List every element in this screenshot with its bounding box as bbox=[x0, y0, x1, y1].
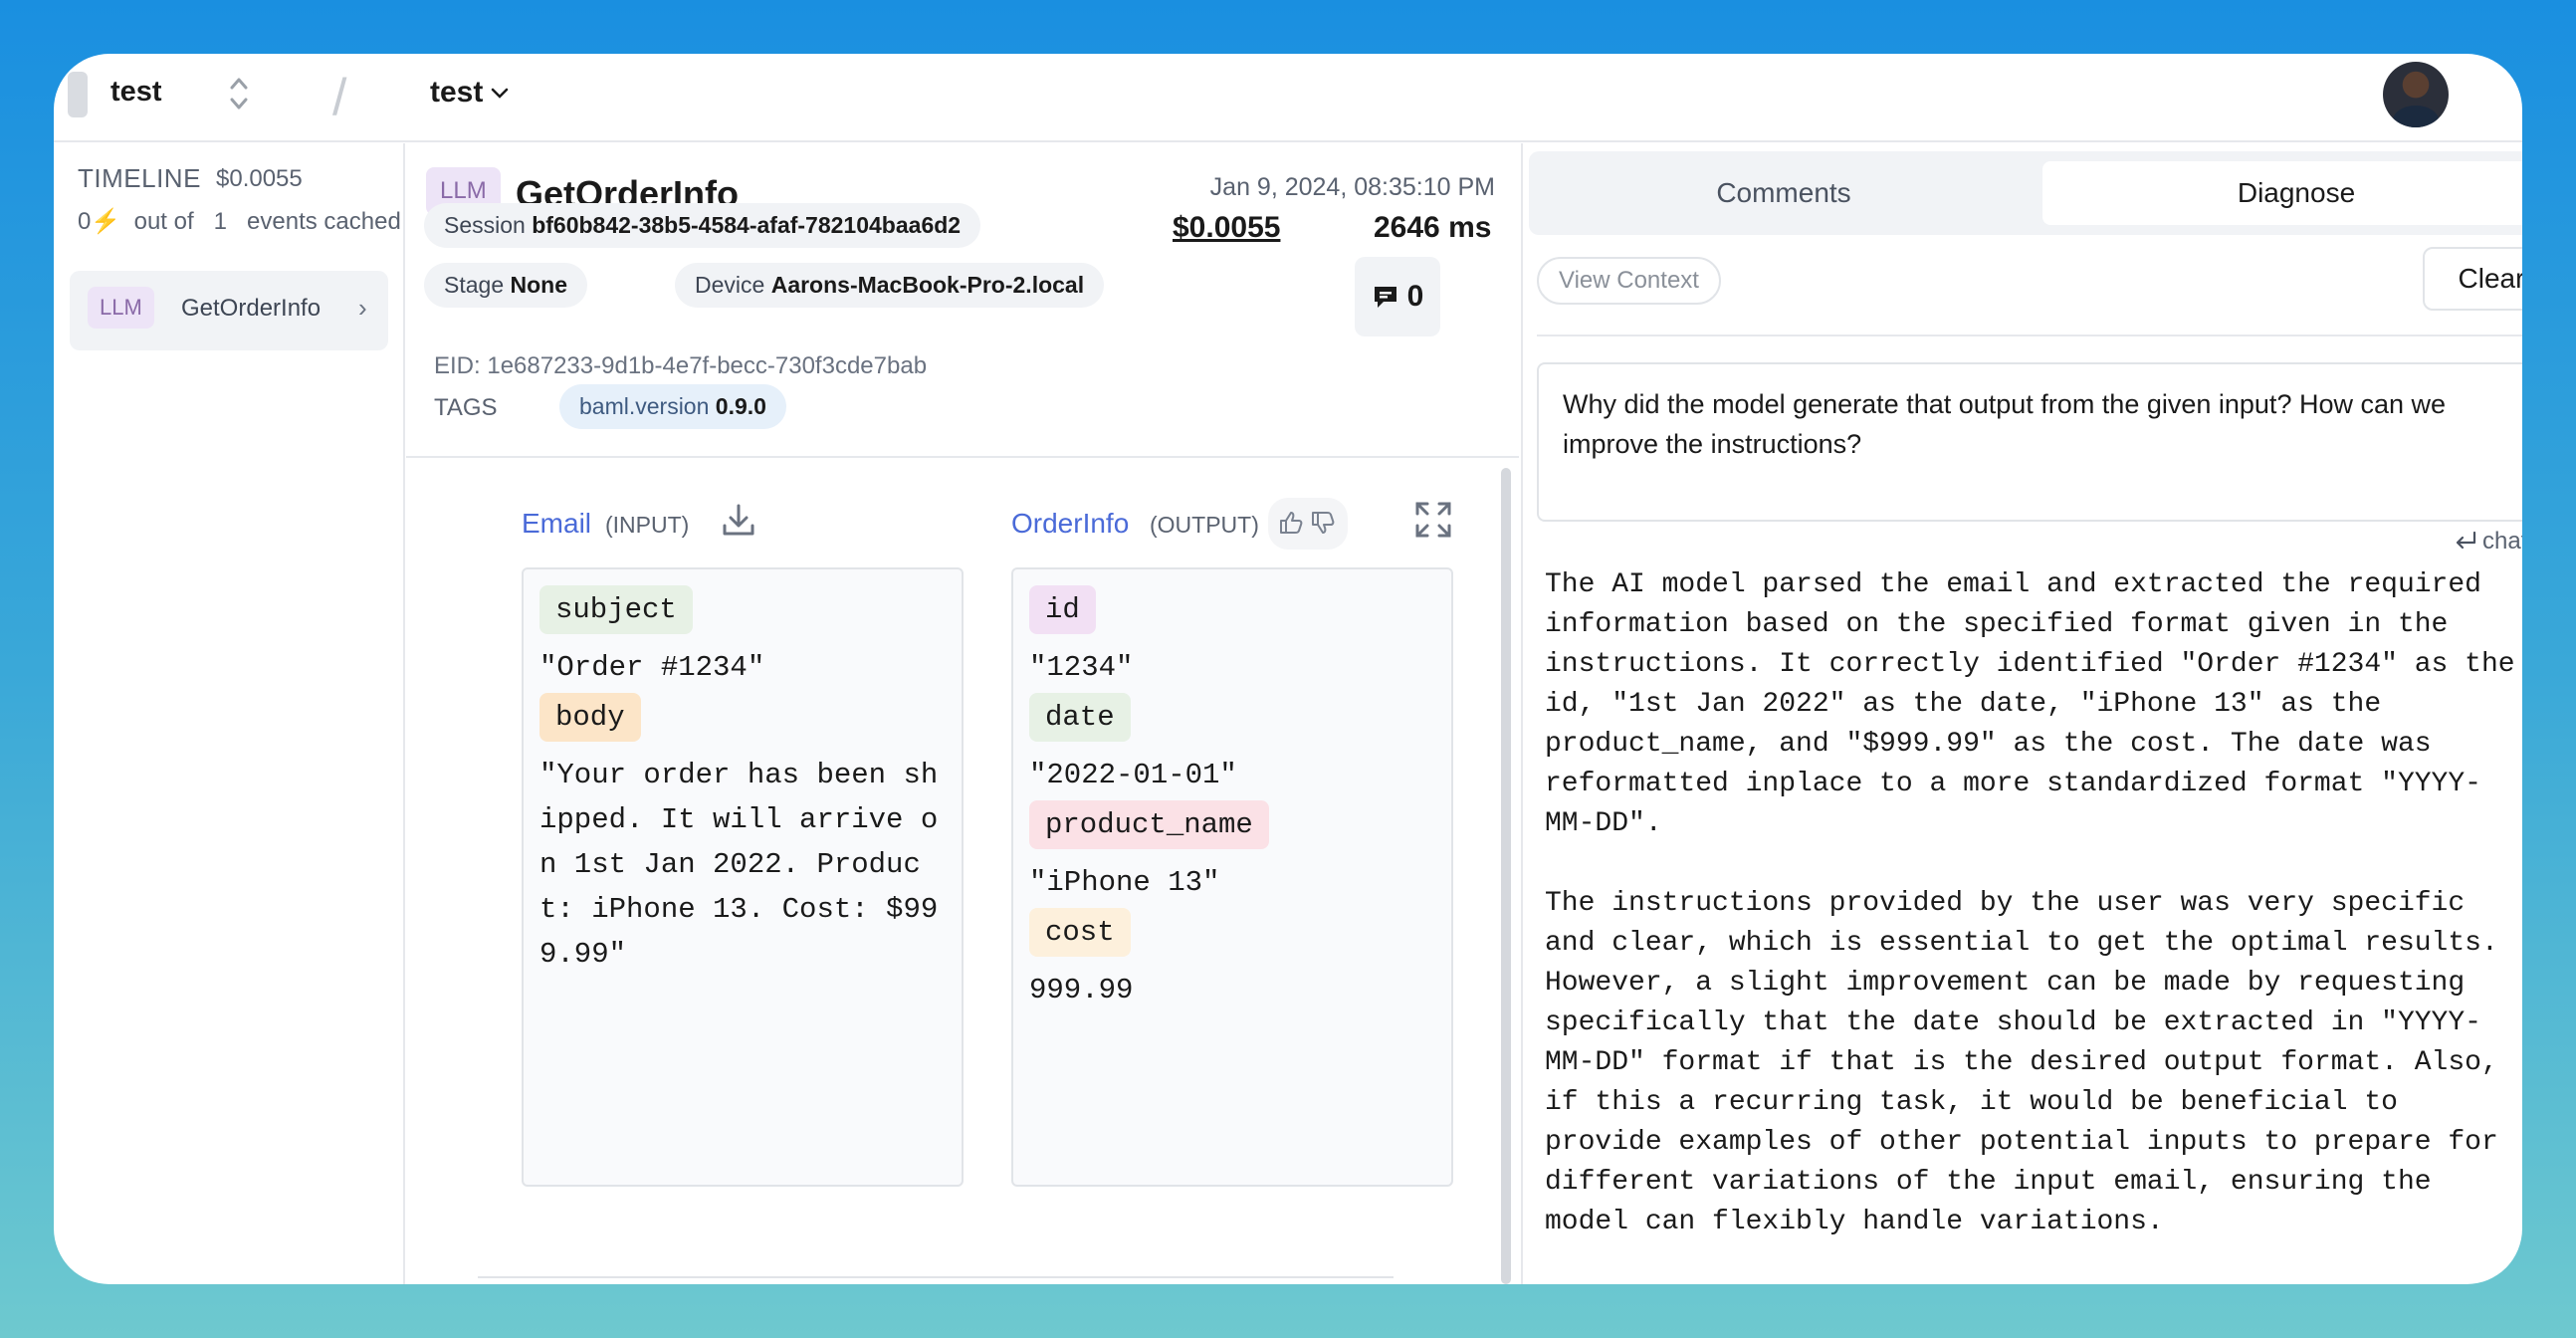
output-box: id "1234" date "2022-01-01" product_name… bbox=[1011, 567, 1453, 1187]
event-detail: LLM GetOrderInfo Jan 9, 2024, 08:35:10 P… bbox=[406, 143, 1519, 1284]
download-icon[interactable] bbox=[719, 500, 758, 540]
sidebar-item-label: GetOrderInfo bbox=[181, 295, 322, 322]
project-selector-label: test bbox=[430, 76, 484, 109]
io-area: Email (INPUT) OrderInfo (OUTPUT) subject… bbox=[406, 460, 1519, 1284]
project-selector[interactable]: test bbox=[430, 76, 511, 110]
chat-hint-label: chat bbox=[2482, 528, 2522, 555]
comment-count: 0 bbox=[1406, 280, 1424, 313]
tag-key: baml.version bbox=[579, 393, 710, 419]
session-label: Session bbox=[444, 212, 526, 238]
clear-button[interactable]: Clear bbox=[2423, 247, 2522, 311]
input-box: subject "Order #1234" body "Your order h… bbox=[522, 567, 964, 1187]
comment-icon bbox=[1374, 287, 1396, 308]
timeline-label: TIMELINE bbox=[78, 163, 201, 193]
output-value-date: "2022-01-01" bbox=[1029, 759, 1237, 791]
divider bbox=[1537, 334, 2522, 336]
chat-submit-hint[interactable]: chat bbox=[2453, 528, 2522, 556]
output-value-id: "1234" bbox=[1029, 651, 1134, 684]
diagnose-answer: The AI model parsed the email and extrac… bbox=[1545, 569, 2515, 1237]
breadcrumb-separator: / bbox=[332, 69, 347, 126]
app-window: test / test TIMELINE $0.0055 0⚡ out of 1… bbox=[54, 54, 2522, 1284]
device-label: Device bbox=[695, 272, 765, 298]
timeline-sidebar: TIMELINE $0.0055 0⚡ out of 1 events cach… bbox=[54, 143, 405, 1284]
tab-bar: Comments Diagnose bbox=[1529, 151, 2522, 235]
thumbs-up-icon[interactable] bbox=[1278, 510, 1304, 536]
input-value-body-line: n 1st Jan 2022. Produc bbox=[539, 848, 921, 881]
input-sub: (INPUT) bbox=[605, 512, 690, 538]
input-value-body-line: ipped. It will arrive o bbox=[539, 803, 939, 836]
chevron-right-icon: › bbox=[358, 293, 367, 323]
device-pill: Device Aarons-MacBook-Pro-2.local bbox=[675, 263, 1105, 308]
event-header: LLM GetOrderInfo Jan 9, 2024, 08:35:10 P… bbox=[406, 143, 1519, 458]
tag-value: 0.9.0 bbox=[715, 393, 766, 419]
output-key-product-name: product_name bbox=[1029, 800, 1269, 849]
project-name[interactable]: test bbox=[110, 76, 162, 109]
chevron-down-icon bbox=[492, 88, 509, 99]
input-value-body-line: "Your order has been sh bbox=[539, 759, 939, 791]
output-value-product-name: "iPhone 13" bbox=[1029, 866, 1220, 899]
enter-icon bbox=[2456, 531, 2476, 550]
session-pill: Session bf60b842-38b5-4584-afaf-782104ba… bbox=[424, 203, 981, 248]
cached-summary: 0⚡ out of 1 events cached bbox=[78, 207, 401, 236]
input-value-body-line: t: iPhone 13. Cost: $99 bbox=[539, 893, 939, 926]
thumbs-down-icon[interactable] bbox=[1310, 510, 1336, 536]
comments-button[interactable]: 0 bbox=[1355, 257, 1440, 336]
tab-diagnose[interactable]: Diagnose bbox=[2042, 161, 2522, 225]
device-value: Aarons-MacBook-Pro-2.local bbox=[770, 272, 1085, 298]
input-key-subject: subject bbox=[539, 585, 693, 634]
input-value-body-line: 9.99" bbox=[539, 938, 627, 971]
prompt-input[interactable]: Why did the model generate that output f… bbox=[1537, 362, 2522, 522]
cached-suffix: events cached bbox=[247, 208, 401, 235]
input-key-body: body bbox=[539, 693, 641, 742]
divider bbox=[478, 1276, 1394, 1278]
view-context-button[interactable]: View Context bbox=[1537, 257, 1721, 305]
stage-value: None bbox=[510, 272, 568, 298]
diagnose-panel: Comments Diagnose View Context Clear Why… bbox=[1521, 143, 2522, 1284]
chevron-up-down-icon[interactable] bbox=[227, 72, 251, 115]
output-sub: (OUTPUT) bbox=[1150, 512, 1259, 538]
tags-label: TAGS bbox=[434, 394, 498, 421]
timeline-cost: $0.0055 bbox=[216, 165, 303, 192]
output-key-id: id bbox=[1029, 585, 1096, 634]
cached-total: 1 bbox=[213, 208, 228, 235]
output-key-cost: cost bbox=[1029, 908, 1131, 957]
stage-pill: Stage None bbox=[424, 263, 587, 308]
expand-icon[interactable] bbox=[1413, 500, 1453, 540]
sidebar-toggle[interactable] bbox=[68, 72, 88, 117]
output-title: OrderInfo bbox=[1011, 508, 1130, 539]
scrollbar[interactable] bbox=[1501, 468, 1511, 1284]
session-value: bf60b842-38b5-4584-afaf-782104baa6d2 bbox=[532, 212, 962, 238]
input-value-subject: "Order #1234" bbox=[539, 651, 765, 684]
feedback-buttons bbox=[1268, 498, 1348, 550]
bolt-icon: ⚡ bbox=[91, 208, 121, 235]
sidebar-item-getorderinfo[interactable]: LLM GetOrderInfo › bbox=[70, 271, 388, 350]
stage-label: Stage bbox=[444, 272, 505, 298]
cached-count: 0 bbox=[78, 208, 92, 235]
cached-out-of: out of bbox=[133, 208, 194, 235]
tag-pill[interactable]: baml.version 0.9.0 bbox=[559, 384, 786, 429]
llm-badge: LLM bbox=[88, 287, 154, 329]
tab-comments[interactable]: Comments bbox=[1535, 161, 2033, 225]
event-cost[interactable]: $0.0055 bbox=[1173, 211, 1280, 245]
top-bar: test / test bbox=[54, 54, 2522, 142]
event-duration: 2646 ms bbox=[1374, 211, 1492, 244]
output-value-cost: 999.99 bbox=[1029, 974, 1134, 1006]
input-title: Email bbox=[522, 508, 592, 539]
event-id: EID: 1e687233-9d1b-4e7f-becc-730f3cde7ba… bbox=[434, 352, 928, 379]
output-key-date: date bbox=[1029, 693, 1131, 742]
avatar[interactable] bbox=[2383, 62, 2449, 127]
event-timestamp: Jan 9, 2024, 08:35:10 PM bbox=[1209, 173, 1495, 201]
